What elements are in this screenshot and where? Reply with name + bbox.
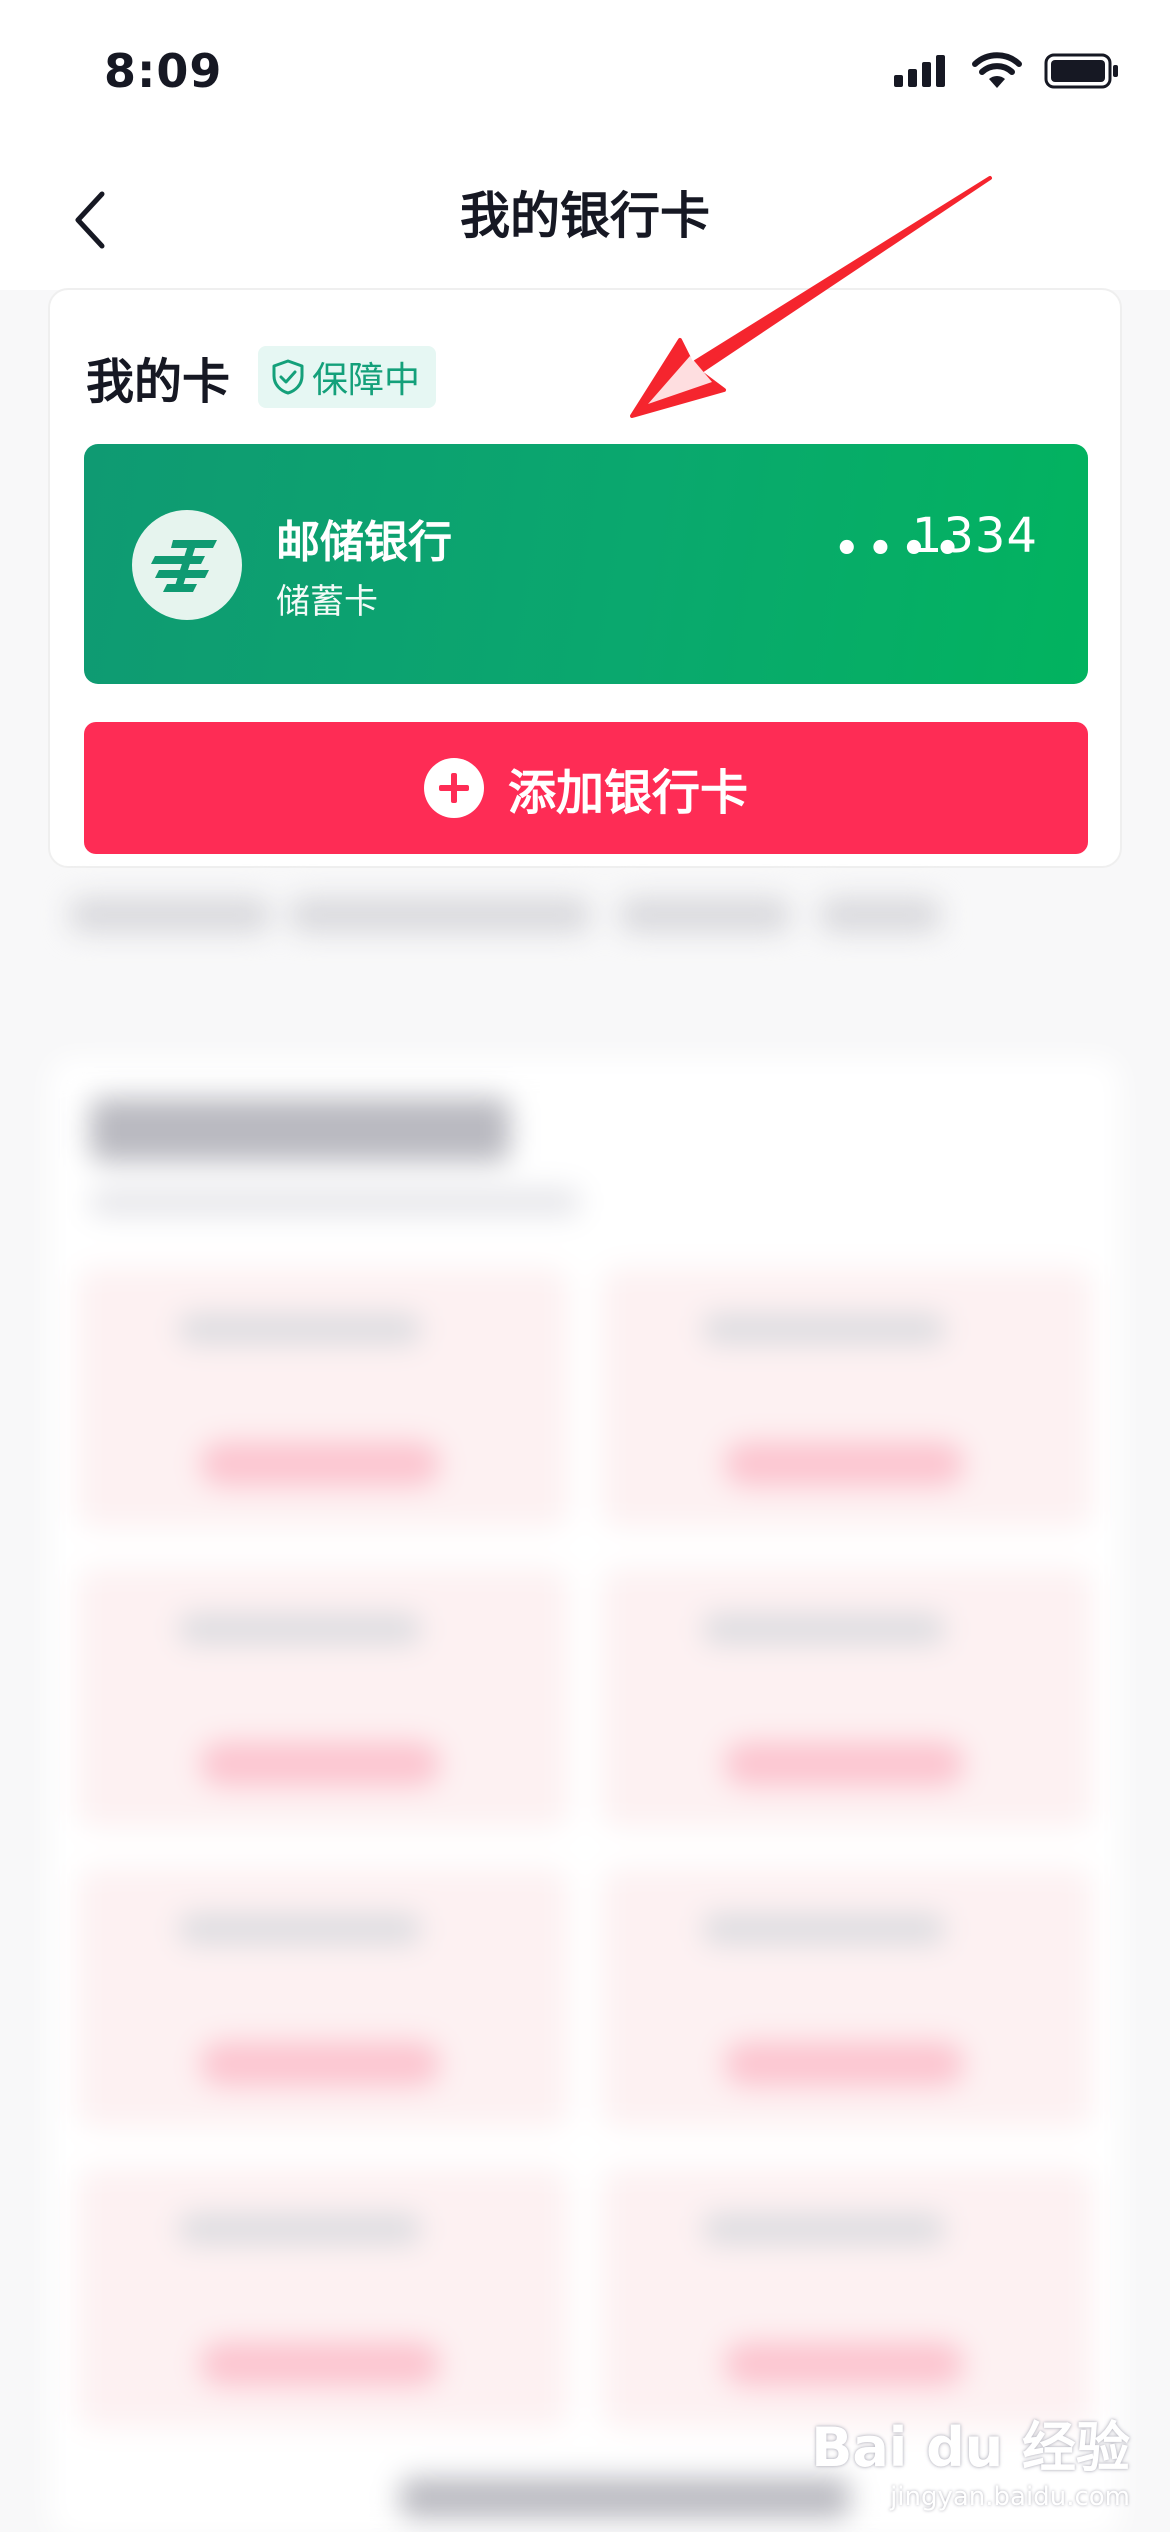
add-bank-card-button[interactable]: 添加银行卡 bbox=[84, 722, 1088, 854]
bank-name: 邮储银行 bbox=[276, 517, 452, 568]
status-time: 8:09 bbox=[104, 44, 223, 98]
add-bank-card-label: 添加银行卡 bbox=[507, 765, 748, 821]
my-cards-title: 我的卡 bbox=[86, 354, 231, 410]
status-bar: 8:09 bbox=[0, 0, 1170, 150]
shield-check-icon bbox=[272, 359, 304, 395]
card-type: 储蓄卡 bbox=[276, 582, 378, 622]
battery-icon bbox=[1044, 53, 1118, 89]
bank-card-item[interactable]: 邮储银行 储蓄卡 •••• 1334 bbox=[84, 444, 1088, 684]
bank-cards-page: 8:09 我的银行卡 我的卡 保障中 邮储银行 储蓄卡 •••• 1334 添加… bbox=[0, 0, 1170, 2532]
watermark-url: jingyan.baidu.com bbox=[890, 2482, 1130, 2512]
protection-badge-label: 保障中 bbox=[312, 360, 421, 401]
status-icons bbox=[894, 52, 1120, 90]
postal-savings-bank-logo-icon bbox=[132, 510, 242, 620]
page-title: 我的银行卡 bbox=[460, 187, 710, 245]
nav-bar: 我的银行卡 bbox=[0, 150, 1170, 290]
card-last-four: 1334 bbox=[911, 508, 1038, 564]
blurred-content bbox=[0, 868, 1170, 2532]
cellular-signal-icon bbox=[894, 55, 945, 87]
watermark-logo: Bai du 经验 bbox=[811, 2416, 1130, 2479]
my-cards-heading: 我的卡 保障中 bbox=[86, 342, 437, 412]
plus-circle-icon bbox=[423, 758, 484, 818]
my-cards-panel: 我的卡 保障中 邮储银行 储蓄卡 •••• 1334 添加银行卡 bbox=[48, 288, 1122, 868]
baidu-jingyan-watermark: Bai du 经验 jingyan.baidu.com bbox=[811, 2403, 1130, 2512]
wifi-icon bbox=[972, 52, 1022, 88]
protection-badge: 保障中 bbox=[258, 346, 437, 408]
